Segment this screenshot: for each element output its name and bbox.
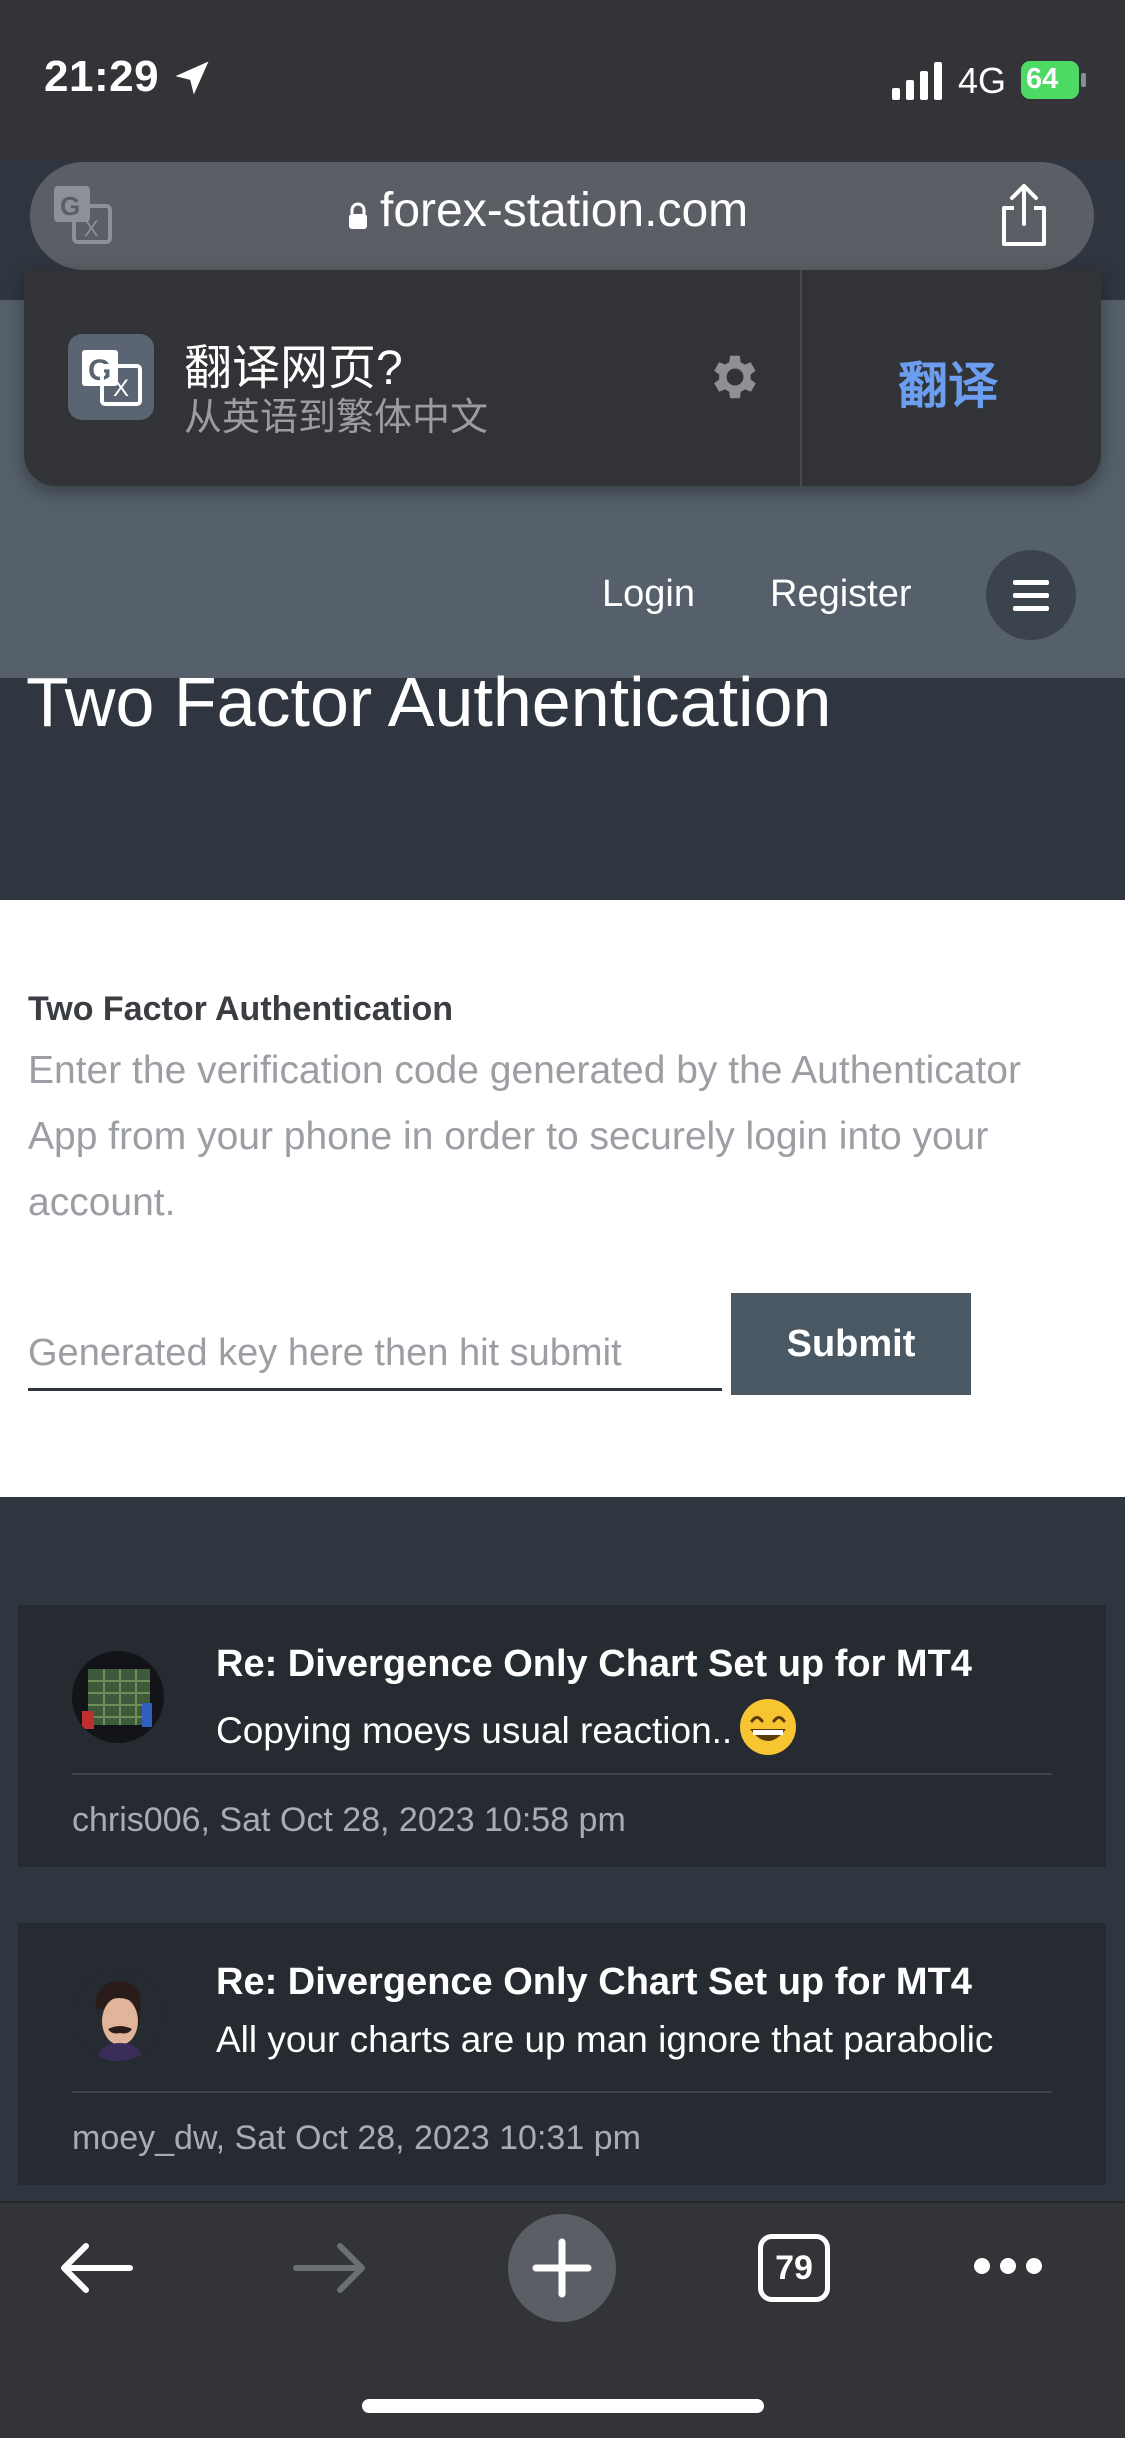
- plus-icon: [532, 2238, 592, 2298]
- register-link[interactable]: Register: [770, 573, 912, 616]
- post-meta: moey_dw, Sat Oct 28, 2023 10:31 pm: [72, 2119, 641, 2157]
- submit-button[interactable]: Submit: [731, 1293, 971, 1395]
- post-card[interactable]: Re: Divergence Only Chart Set up for MT4…: [18, 1605, 1106, 1867]
- translate-button[interactable]: 翻译: [898, 346, 998, 418]
- svg-text:G: G: [60, 191, 80, 221]
- chart-avatar-icon: [72, 1651, 164, 1743]
- login-link[interactable]: Login: [602, 573, 695, 616]
- popup-divider: [800, 270, 802, 486]
- two-factor-description: Enter the verification code generated by…: [28, 1049, 1021, 1224]
- gear-icon[interactable]: [706, 348, 764, 406]
- menu-button[interactable]: [986, 550, 1076, 640]
- status-time: 21:29: [44, 52, 160, 101]
- post-title[interactable]: Re: Divergence Only Chart Set up for MT4: [216, 1643, 972, 1686]
- back-arrow-icon[interactable]: [56, 2238, 136, 2298]
- share-icon[interactable]: [996, 182, 1052, 248]
- post-title[interactable]: Re: Divergence Only Chart Set up for MT4: [216, 1961, 972, 2004]
- lock-icon: [349, 202, 367, 229]
- two-factor-heading: Two Factor Authentication: [28, 990, 453, 1028]
- forward-arrow-icon[interactable]: [290, 2238, 370, 2298]
- verification-code-input[interactable]: [28, 1318, 722, 1391]
- translate-icon[interactable]: G X: [52, 184, 114, 246]
- post-excerpt-text: Copying moeys usual reaction..: [216, 1709, 733, 1751]
- post-card[interactable]: Re: Divergence Only Chart Set up for MT4…: [18, 1923, 1106, 2185]
- user-avatar[interactable]: [72, 1969, 164, 2061]
- more-options-icon[interactable]: [972, 2254, 1044, 2278]
- status-bar: [0, 0, 1125, 160]
- location-arrow-icon: [175, 61, 209, 95]
- hamburger-icon: [1013, 580, 1049, 611]
- page-title: Two Factor Authentication: [26, 663, 832, 741]
- google-translate-icon: G X: [68, 334, 154, 420]
- battery-indicator: 64: [1020, 60, 1088, 100]
- post-excerpt: Copying moeys usual reaction..: [216, 1699, 798, 1763]
- grinning-face-emoji-icon: [740, 1699, 797, 1755]
- svg-text:X: X: [113, 375, 129, 402]
- svg-text:G: G: [88, 354, 111, 387]
- user-avatar[interactable]: [72, 1651, 164, 1743]
- post-divider: [72, 1773, 1052, 1775]
- home-indicator[interactable]: [362, 2399, 764, 2413]
- url-text[interactable]: forex-station.com: [380, 183, 748, 238]
- post-excerpt: All your charts are up man ignore that p…: [216, 2019, 994, 2060]
- network-type: 4G: [958, 60, 1007, 101]
- google-translate-glyph: G X: [82, 350, 142, 406]
- svg-text:X: X: [84, 216, 99, 241]
- translate-popup-subtitle: 从英语到繁体中文: [184, 397, 489, 439]
- battery-level: 64: [1026, 63, 1059, 95]
- new-tab-button[interactable]: [508, 2214, 616, 2322]
- man-avatar-icon: [72, 1969, 164, 2061]
- cellular-signal-icon: [892, 62, 942, 100]
- post-divider: [72, 2091, 1052, 2093]
- tab-switcher-button[interactable]: 79: [758, 2234, 830, 2302]
- post-meta: chris006, Sat Oct 28, 2023 10:58 pm: [72, 1801, 626, 1839]
